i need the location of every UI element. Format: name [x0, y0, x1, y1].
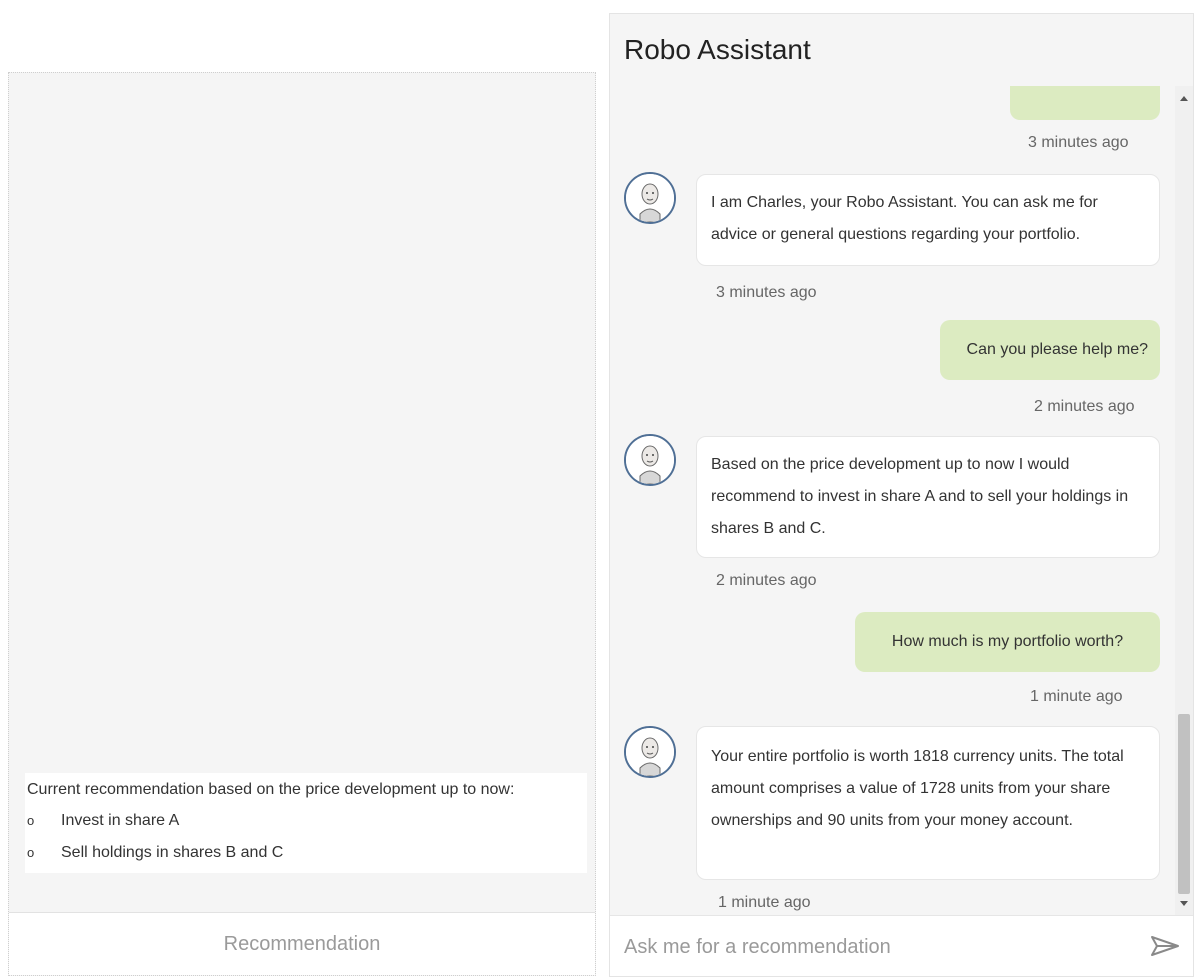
assistant-avatar: [624, 172, 676, 224]
recommendation-panel: Current recommendation based on the pric…: [8, 72, 596, 976]
assistant-message: Your entire portfolio is worth 1818 curr…: [696, 726, 1160, 880]
recommendation-heading: Current recommendation based on the pric…: [27, 781, 515, 798]
chat-scrollbar[interactable]: [1175, 86, 1193, 916]
chat-input[interactable]: [622, 928, 1126, 966]
user-message: Can you please help me?: [940, 320, 1160, 380]
scroll-thumb[interactable]: [1178, 714, 1190, 894]
bullet-icon: o: [27, 845, 35, 860]
message-time: 2 minutes ago: [1034, 398, 1135, 415]
recommendation-text: Sell holdings in shares B and C: [61, 844, 284, 861]
recommendation-button[interactable]: Recommendation: [9, 912, 595, 975]
message-time: 2 minutes ago: [716, 572, 817, 589]
message-time: 1 minute ago: [718, 894, 811, 911]
message-time: 3 minutes ago: [716, 284, 817, 301]
robot-face-icon: [626, 436, 674, 484]
user-message: [1010, 86, 1160, 120]
user-message: How much is my portfolio worth?: [855, 612, 1160, 672]
list-item: o Sell holdings in shares B and C: [25, 837, 587, 869]
message-time: 1 minute ago: [1030, 688, 1123, 705]
scroll-up-icon[interactable]: [1180, 96, 1188, 101]
list-item: o Invest in share A: [25, 805, 587, 837]
send-icon: [1151, 936, 1179, 956]
assistant-message: I am Charles, your Robo Assistant. You c…: [696, 174, 1160, 266]
chat-history[interactable]: 3 minutes ago I am Charles, your Robo As…: [610, 86, 1175, 916]
send-button[interactable]: [1147, 930, 1183, 962]
assistant-avatar: [624, 434, 676, 486]
message-time: 3 minutes ago: [1028, 134, 1129, 151]
chat-title: Robo Assistant: [610, 14, 1193, 87]
scroll-down-icon[interactable]: [1180, 901, 1188, 906]
assistant-avatar: [624, 726, 676, 778]
assistant-message: Based on the price development up to now…: [696, 436, 1160, 558]
robot-face-icon: [626, 174, 674, 222]
chat-input-bar: [610, 915, 1193, 976]
recommendation-list: o Invest in share A o Sell holdings in s…: [25, 805, 587, 869]
recommendation-box: Current recommendation based on the pric…: [25, 773, 587, 873]
chat-panel: Robo Assistant 3 minutes ago I am Charle…: [609, 13, 1194, 977]
recommendation-text: Invest in share A: [61, 812, 180, 829]
bullet-icon: o: [27, 813, 35, 828]
robot-face-icon: [626, 728, 674, 776]
